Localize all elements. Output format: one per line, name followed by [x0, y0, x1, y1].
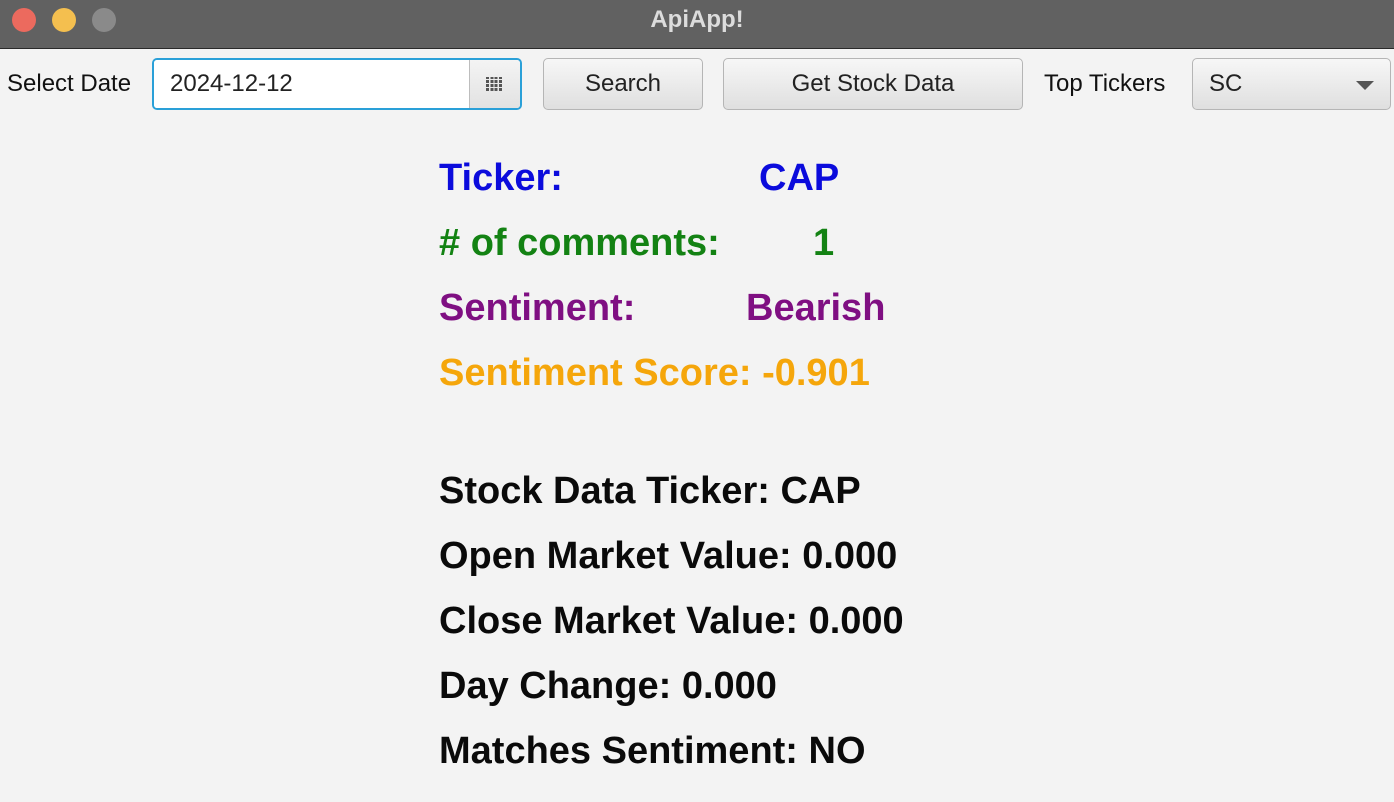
comments-label: # of comments:	[439, 222, 720, 264]
app-window: ApiApp! Select Date Search Get Stock Dat…	[0, 0, 1394, 802]
select-date-label: Select Date	[7, 70, 132, 97]
calendar-button[interactable]	[469, 60, 520, 108]
calendar-icon	[486, 77, 502, 91]
close-market-value: Close Market Value: 0.000	[439, 600, 904, 642]
matches-sentiment: Matches Sentiment: NO	[439, 730, 866, 772]
ticker-label: Ticker:	[439, 157, 563, 199]
sentiment-row: Sentiment: Bearish	[439, 287, 885, 330]
open-market-value: Open Market Value: 0.000	[439, 535, 898, 577]
sentiment-label: Sentiment:	[439, 287, 636, 329]
date-picker[interactable]	[152, 58, 522, 110]
ticker-value: CAP	[759, 157, 840, 199]
window-title: ApiApp!	[650, 6, 744, 33]
title-bar: ApiApp!	[0, 0, 1394, 49]
top-tickers-selected-value: SC	[1209, 70, 1243, 97]
search-button[interactable]: Search	[543, 58, 703, 110]
sentiment-score: Sentiment Score: -0.901	[439, 352, 870, 394]
top-tickers-select[interactable]: SC	[1192, 58, 1391, 110]
ticker-row: Ticker: CAP	[439, 157, 839, 200]
comments-value: 1	[813, 222, 835, 264]
sentiment-value: Bearish	[746, 287, 886, 329]
comments-row: # of comments: 1	[439, 222, 834, 265]
day-change: Day Change: 0.000	[439, 665, 777, 707]
chevron-down-icon	[1356, 81, 1374, 90]
stock-data-ticker: Stock Data Ticker: CAP	[439, 470, 861, 512]
date-input[interactable]	[154, 60, 472, 108]
get-stock-data-button[interactable]: Get Stock Data	[723, 58, 1023, 110]
top-tickers-label: Top Tickers	[1044, 70, 1166, 97]
